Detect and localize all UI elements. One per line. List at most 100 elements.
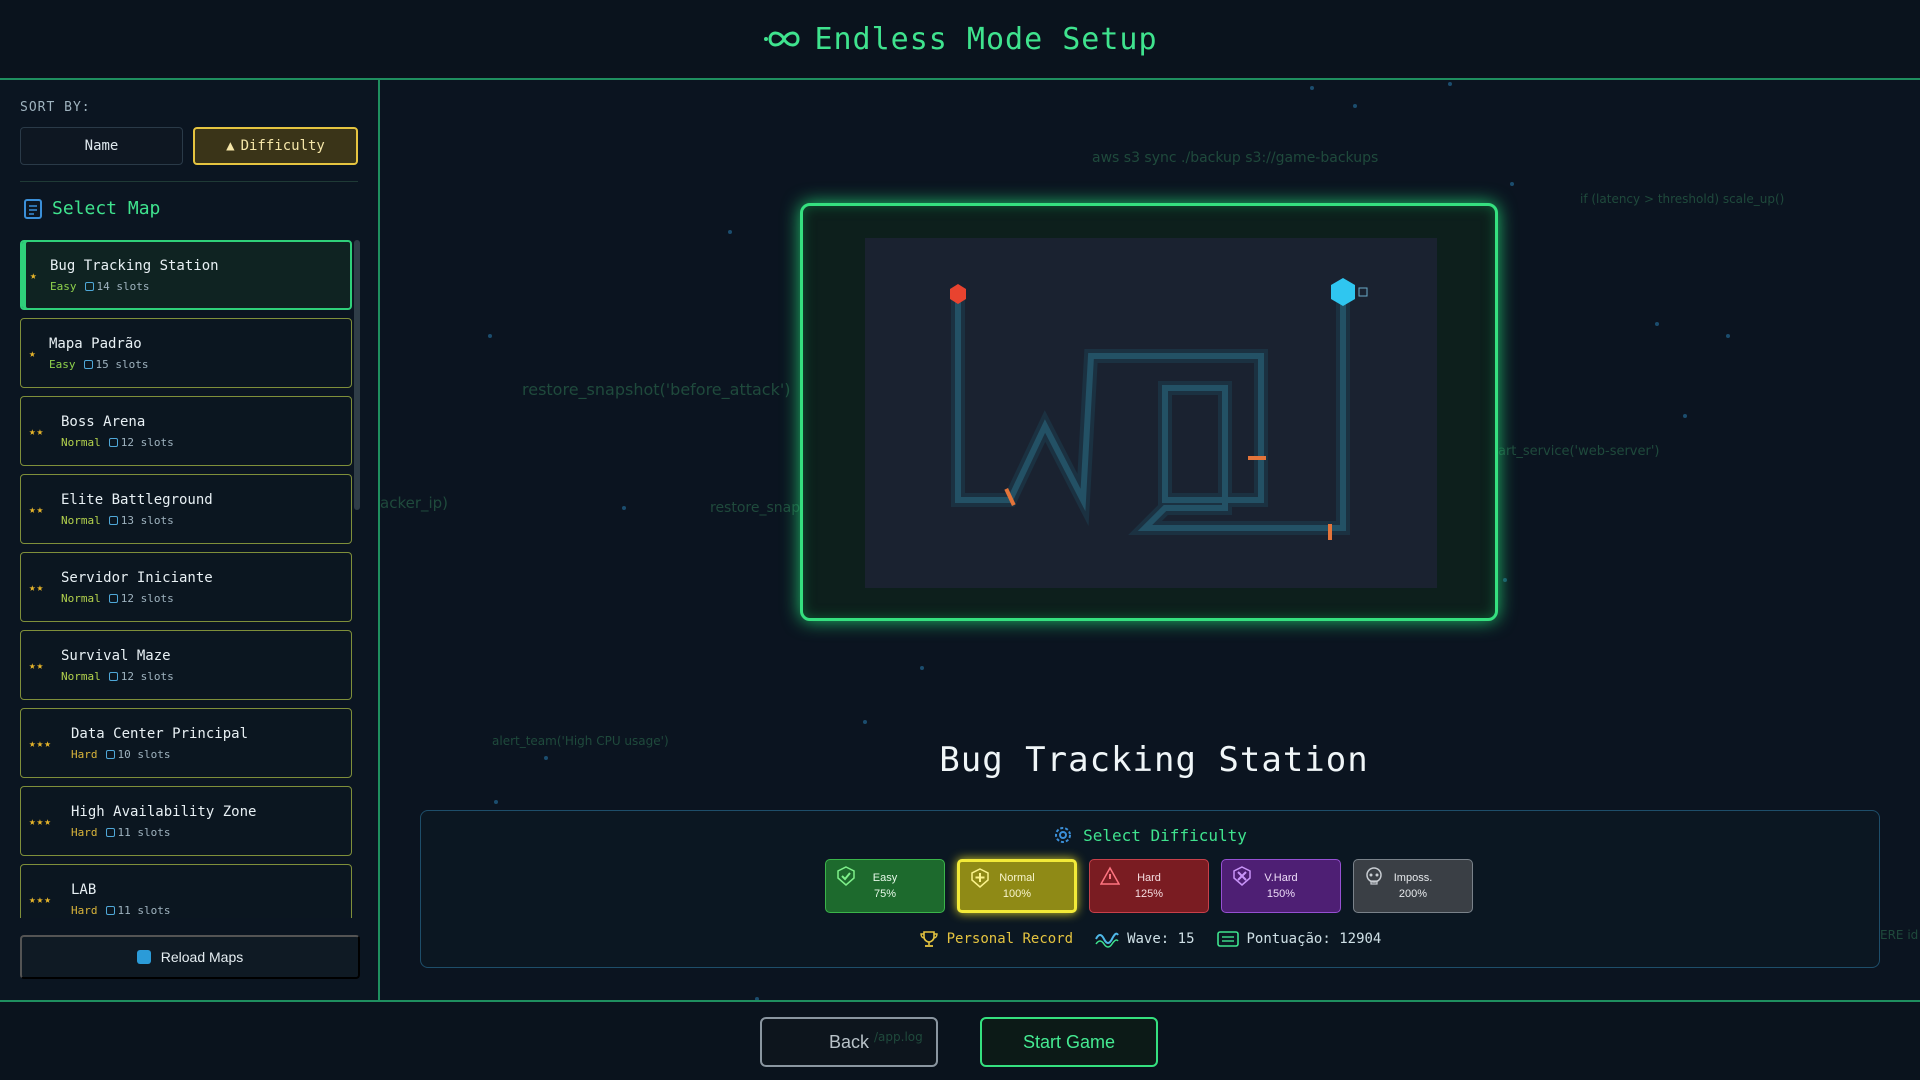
header-bar: Endless Mode Setup: [0, 0, 1920, 80]
map-slots: 10 slots: [117, 747, 171, 761]
slot-icon: [105, 749, 115, 759]
reload-maps-button[interactable]: Reload Maps: [20, 935, 360, 979]
map-difficulty: Normal: [61, 669, 101, 683]
select-map-label: Select Map: [52, 198, 161, 219]
difficulty-multiplier: 125%: [1134, 888, 1164, 900]
difficulty-hard-button[interactable]: Hard 125%: [1089, 859, 1209, 913]
difficulty-stars: ★★★: [29, 814, 52, 828]
page-title-text: Endless Mode Setup: [814, 21, 1158, 57]
gear-icon: [1055, 827, 1072, 843]
map-item-elite-battleground[interactable]: ★★ Elite Battleground Normal 13 slots: [20, 474, 352, 544]
divider: [20, 181, 358, 182]
map-slots: 13 slots: [120, 513, 174, 527]
sort-ascending-icon: ▲: [226, 138, 235, 154]
map-difficulty: Normal: [61, 513, 101, 527]
start-game-button[interactable]: Start Game: [980, 1017, 1158, 1067]
bg-code-text: if (latency > threshold) scale_up(): [1580, 192, 1785, 206]
tower-marker-icon: [1328, 524, 1332, 540]
slot-icon: [108, 593, 118, 603]
map-name: Survival Maze: [61, 647, 171, 664]
map-name: Bug Tracking Station: [50, 257, 219, 274]
map-name: Data Center Principal: [71, 725, 249, 742]
map-slots: 12 slots: [120, 669, 174, 683]
difficulty-stars: ★★: [29, 424, 45, 438]
map-name: LAB: [71, 881, 97, 898]
personal-record-label: Personal Record: [946, 931, 1074, 947]
warning-icon: [1100, 866, 1120, 885]
map-item-bug-tracking-station[interactable]: ★ Bug Tracking Station Easy 14 slots: [20, 240, 352, 310]
difficulty-stars: ★★★: [29, 892, 52, 906]
map-item-servidor-iniciante[interactable]: ★★ Servidor Iniciante Normal 12 slots: [20, 552, 352, 622]
difficulty-options: Easy 75% Normal 100% Hard 125% V.Hard 15…: [825, 859, 1473, 913]
sort-label: SORT BY:: [20, 100, 91, 115]
bg-code-text: restore_snapshot('before_attack'): [522, 380, 791, 399]
bg-code-text: acker_ip): [380, 494, 449, 512]
slot-icon: [108, 515, 118, 525]
difficulty-name: Imposs.: [1393, 872, 1433, 884]
difficulty-panel: Select Difficulty Easy 75% Normal 100% H…: [420, 810, 1880, 968]
selected-map-title: Bug Tracking Station: [939, 740, 1369, 780]
record-wave: Wave: 15: [1095, 930, 1195, 948]
slot-icon: [84, 281, 94, 291]
map-item-high-availability-zone[interactable]: ★★★ High Availability Zone Hard 11 slots: [20, 786, 352, 856]
bg-code-text: ERE id: [1880, 928, 1919, 942]
difficulty-vhard-button[interactable]: V.Hard 150%: [1221, 859, 1341, 913]
select-map-heading: Select Map: [20, 198, 358, 219]
difficulty-normal-button[interactable]: Normal 100%: [957, 859, 1077, 913]
start-game-label: Start Game: [1022, 1031, 1116, 1052]
map-slots: 12 slots: [120, 435, 174, 449]
map-list[interactable]: ★ Bug Tracking Station Easy 14 slots ★ M…: [20, 240, 360, 918]
map-name: Elite Battleground: [61, 491, 213, 508]
difficulty-name: Easy: [872, 872, 898, 884]
map-list-scrollbar[interactable]: [354, 240, 360, 510]
difficulty-stars: ★★: [29, 502, 45, 516]
map-difficulty: Normal: [61, 435, 101, 449]
record-score-value: Pontuação: 12904: [1246, 931, 1382, 947]
difficulty-name: Hard: [1137, 872, 1161, 884]
shield-check-icon: [837, 866, 855, 886]
difficulty-stars: ★: [30, 268, 38, 282]
sort-by-name-button[interactable]: Name: [20, 127, 183, 165]
map-preview: [865, 238, 1437, 588]
record-wave-value: Wave: 15: [1127, 931, 1195, 947]
wave-icon: [1095, 932, 1119, 948]
sort-controls: Name ▲ Difficulty: [20, 127, 358, 165]
map-difficulty: Easy: [50, 279, 77, 293]
cross-shield-icon: [1233, 866, 1251, 886]
map-difficulty: Hard: [71, 747, 98, 761]
map-item-survival-maze[interactable]: ★★ Survival Maze Normal 12 slots: [20, 630, 352, 700]
server-core-icon: [1331, 278, 1355, 306]
slot-icon: [108, 437, 118, 447]
back-button-label: Back: [828, 1031, 870, 1052]
map-difficulty: Normal: [61, 591, 101, 605]
back-button[interactable]: Back: [760, 1017, 938, 1067]
map-name: High Availability Zone: [71, 803, 257, 820]
reload-maps-label: Reload Maps: [160, 949, 244, 965]
map-item-data-center-principal[interactable]: ★★★ Data Center Principal Hard 10 slots: [20, 708, 352, 778]
skull-icon: [1366, 867, 1382, 885]
difficulty-heading: Select Difficulty: [421, 825, 1879, 845]
map-preview-frame: [800, 203, 1498, 621]
difficulty-multiplier: 75%: [873, 888, 897, 900]
shield-plus-icon: [971, 868, 989, 888]
sort-by-difficulty-button[interactable]: ▲ Difficulty: [193, 127, 358, 165]
map-item-boss-arena[interactable]: ★★ Boss Arena Normal 12 slots: [20, 396, 352, 466]
map-item-lab[interactable]: ★★★ LAB Hard 11 slots: [20, 864, 352, 918]
personal-record-row: Personal Record Wave: 15 Pontuação: 1290…: [421, 929, 1879, 949]
slot-icon: [83, 359, 93, 369]
infinity-icon: [764, 31, 800, 47]
difficulty-name: V.Hard: [1264, 872, 1298, 884]
bg-code-text: art_service('web-server'): [1498, 444, 1660, 459]
map-item-mapa-padrao[interactable]: ★ Mapa Padrão Easy 15 slots: [20, 318, 352, 388]
map-slots: 11 slots: [117, 825, 171, 839]
difficulty-easy-button[interactable]: Easy 75%: [825, 859, 945, 913]
difficulty-stars: ★★: [29, 658, 45, 672]
difficulty-impossible-button[interactable]: Imposs. 200%: [1353, 859, 1473, 913]
map-name: Mapa Padrão: [49, 335, 142, 352]
footer-bar: tail Back /app.log Start Game: [0, 1000, 1920, 1080]
map-slots: 15 slots: [95, 357, 149, 371]
difficulty-name: Normal: [999, 872, 1035, 884]
map-slots: 12 slots: [120, 591, 174, 605]
bg-code-text: aws s3 sync ./backup s3://game-backups: [1092, 150, 1379, 166]
map-name: Boss Arena: [61, 413, 146, 430]
